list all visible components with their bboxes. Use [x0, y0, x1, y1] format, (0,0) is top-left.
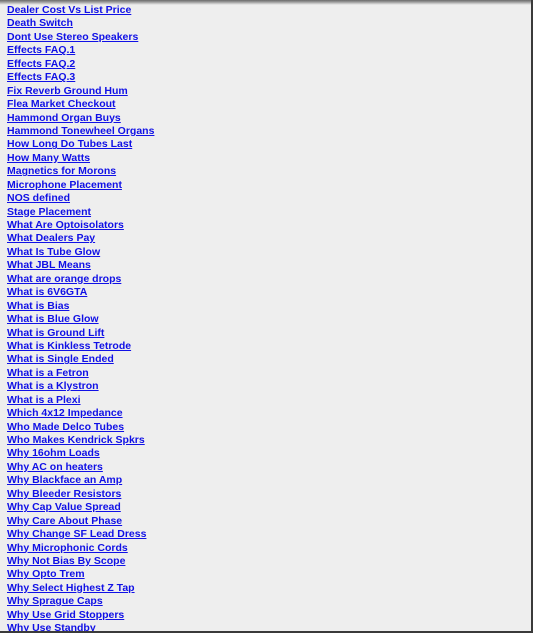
list-item: Effects FAQ.3 [7, 69, 154, 83]
list-item: Microphone Placement [7, 177, 154, 191]
list-item: Why AC on heaters [7, 459, 154, 473]
faq-link[interactable]: Effects FAQ.2 [7, 58, 75, 70]
list-item: Why Change SF Lead Dress [7, 526, 154, 540]
faq-link[interactable]: Why Bleeder Resistors [7, 488, 121, 500]
faq-link[interactable]: Death Switch [7, 17, 73, 29]
faq-link[interactable]: Why AC on heaters [7, 461, 103, 473]
list-item: Who Made Delco Tubes [7, 419, 154, 433]
faq-link[interactable]: Flea Market Checkout [7, 98, 116, 110]
faq-link[interactable]: Magnetics for Morons [7, 165, 116, 177]
faq-link[interactable]: What is Single Ended [7, 353, 114, 365]
faq-link[interactable]: What is a Plexi [7, 394, 81, 406]
list-item: What is Single Ended [7, 351, 154, 365]
list-item: Dealer Cost Vs List Price [7, 2, 154, 16]
faq-link[interactable]: Effects FAQ.1 [7, 44, 75, 56]
faq-link[interactable]: Why Not Bias By Scope [7, 555, 125, 567]
faq-link[interactable]: Why Sprague Caps [7, 595, 103, 607]
page-frame: Dealer Cost Vs List Price Death Switch Don… [0, 0, 533, 633]
faq-link[interactable]: What are orange drops [7, 273, 121, 285]
faq-link[interactable]: Why 16ohm Loads [7, 447, 100, 459]
list-item: Why Opto Trem [7, 566, 154, 580]
list-item: Why Use Grid Stoppers [7, 607, 154, 621]
faq-link[interactable]: How Many Watts [7, 152, 90, 164]
list-item: Effects FAQ.2 [7, 56, 154, 70]
list-item: Hammond Organ Buys [7, 110, 154, 124]
faq-link[interactable]: What Dealers Pay [7, 232, 95, 244]
list-item: How Long Do Tubes Last [7, 136, 154, 150]
faq-link[interactable]: Fix Reverb Ground Hum [7, 85, 128, 97]
list-item: Which 4x12 Impedance [7, 405, 154, 419]
list-item: What Is Tube Glow [7, 244, 154, 258]
faq-link[interactable]: What is a Fetron [7, 367, 89, 379]
list-item: Hammond Tonewheel Organs [7, 123, 154, 137]
faq-link[interactable]: What is Ground Lift [7, 327, 104, 339]
list-item: Why 16ohm Loads [7, 445, 154, 459]
faq-link[interactable]: Why Use Standby [7, 622, 96, 631]
faq-link[interactable]: Who Makes Kendrick Spkrs [7, 434, 145, 446]
list-item: Why Microphonic Cords [7, 540, 154, 554]
list-item: What are orange drops [7, 271, 154, 285]
faq-link[interactable]: How Long Do Tubes Last [7, 138, 132, 150]
list-item: Why Sprague Caps [7, 593, 154, 607]
faq-link[interactable]: Hammond Organ Buys [7, 112, 121, 124]
list-item: Death Switch [7, 15, 154, 29]
list-item: Why Cap Value Spread [7, 499, 154, 513]
faq-link[interactable]: What is a Klystron [7, 380, 99, 392]
list-item: NOS defined [7, 190, 154, 204]
list-item: What JBL Means [7, 257, 154, 271]
list-item: Magnetics for Morons [7, 163, 154, 177]
faq-link[interactable]: Which 4x12 Impedance [7, 407, 123, 419]
faq-link[interactable]: Dealer Cost Vs List Price [7, 4, 131, 16]
list-item: Fix Reverb Ground Hum [7, 83, 154, 97]
list-item: What is a Fetron [7, 365, 154, 379]
faq-link[interactable]: Why Blackface an Amp [7, 474, 122, 486]
faq-link[interactable]: Why Microphonic Cords [7, 542, 128, 554]
list-item: What is a Plexi [7, 392, 154, 406]
faq-link[interactable]: What is Blue Glow [7, 313, 99, 325]
list-item: Why Use Standby [7, 620, 154, 631]
faq-link[interactable]: What is Bias [7, 300, 69, 312]
faq-link[interactable]: Who Made Delco Tubes [7, 421, 124, 433]
faq-link[interactable]: Why Select Highest Z Tap [7, 582, 135, 594]
list-item: Why Blackface an Amp [7, 472, 154, 486]
list-item: Flea Market Checkout [7, 96, 154, 110]
list-item: What Are Optoisolators [7, 217, 154, 231]
list-item: Effects FAQ.1 [7, 42, 154, 56]
list-item: What is Ground Lift [7, 325, 154, 339]
faq-link[interactable]: Why Use Grid Stoppers [7, 609, 124, 621]
faq-link[interactable]: What Is Tube Glow [7, 246, 100, 258]
list-item: Why Select Highest Z Tap [7, 580, 154, 594]
faq-link[interactable]: What is Kinkless Tetrode [7, 340, 131, 352]
faq-link[interactable]: What JBL Means [7, 259, 91, 271]
list-item: What is Blue Glow [7, 311, 154, 325]
faq-link[interactable]: NOS defined [7, 192, 70, 204]
faq-link[interactable]: What is 6V6GTA [7, 286, 87, 298]
faq-link[interactable]: Why Cap Value Spread [7, 501, 121, 513]
faq-link[interactable]: Dont Use Stereo Speakers [7, 31, 138, 43]
list-item: Why Bleeder Resistors [7, 486, 154, 500]
faq-link[interactable]: Microphone Placement [7, 179, 122, 191]
faq-link[interactable]: Hammond Tonewheel Organs [7, 125, 154, 137]
faq-link[interactable]: Stage Placement [7, 206, 91, 218]
faq-link[interactable]: Why Care About Phase [7, 515, 122, 527]
list-item: What is a Klystron [7, 378, 154, 392]
faq-link-list: Dealer Cost Vs List Price Death Switch Don… [7, 2, 154, 631]
faq-link[interactable]: What Are Optoisolators [7, 219, 124, 231]
faq-link[interactable]: Why Opto Trem [7, 568, 85, 580]
faq-link[interactable]: Why Change SF Lead Dress [7, 528, 146, 540]
list-item: What Dealers Pay [7, 230, 154, 244]
list-item: What is 6V6GTA [7, 284, 154, 298]
list-item: How Many Watts [7, 150, 154, 164]
list-item: Stage Placement [7, 204, 154, 218]
list-item: What is Bias [7, 298, 154, 312]
list-item: Why Not Bias By Scope [7, 553, 154, 567]
list-item: Why Care About Phase [7, 513, 154, 527]
list-item: What is Kinkless Tetrode [7, 338, 154, 352]
list-item: Dont Use Stereo Speakers [7, 29, 154, 43]
list-item: Who Makes Kendrick Spkrs [7, 432, 154, 446]
faq-link[interactable]: Effects FAQ.3 [7, 71, 75, 83]
